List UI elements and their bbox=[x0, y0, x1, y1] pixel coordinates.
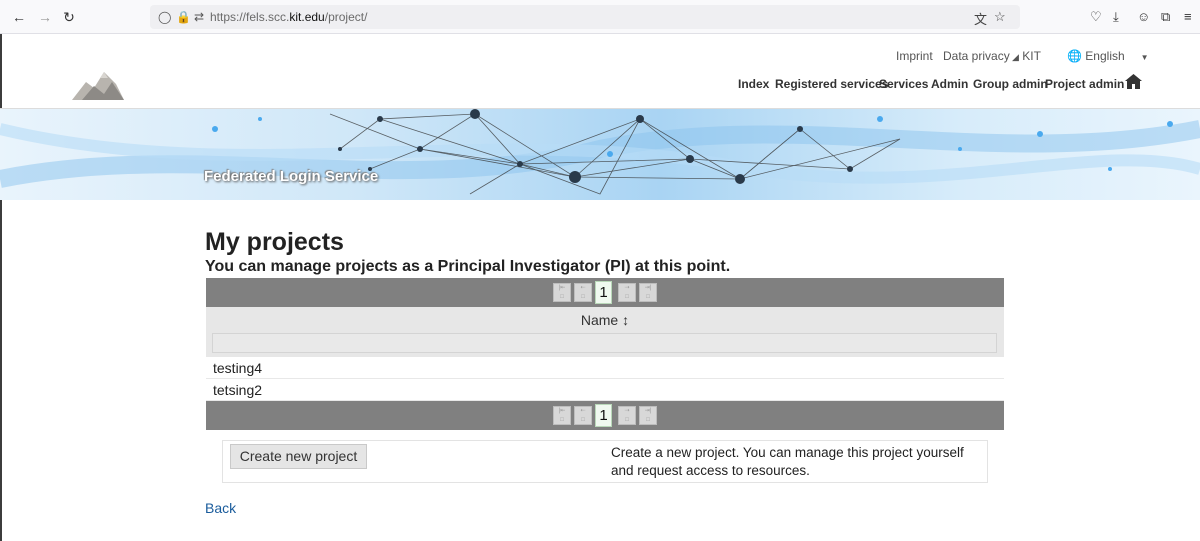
table-header: Name ↕ bbox=[206, 307, 1004, 357]
mountain-logo-icon[interactable] bbox=[72, 70, 124, 100]
prev-page-button[interactable]: ⇠ □ bbox=[574, 406, 592, 425]
back-arrow-icon[interactable]: ← bbox=[10, 8, 28, 26]
forward-arrow-icon[interactable]: → bbox=[36, 8, 54, 26]
url-text[interactable]: https://fels.scc.kit.edu/project/ bbox=[210, 10, 367, 24]
first-page-button[interactable]: |⇤ □ bbox=[553, 283, 571, 302]
next-page-button[interactable]: ⇢ □ bbox=[618, 406, 636, 425]
last-page-button[interactable]: ⇥| □ bbox=[639, 406, 657, 425]
chevron-down-icon: ▼ bbox=[1140, 53, 1149, 62]
browser-toolbar: ← → ↻ ◯ 🔒 ⇄ https://fels.scc.kit.edu/pro… bbox=[0, 0, 1200, 34]
table-row[interactable]: testing4 bbox=[206, 357, 1004, 379]
lock-icon[interactable]: 🔒 bbox=[176, 9, 191, 25]
nav-index[interactable]: Index bbox=[738, 77, 769, 91]
table-row[interactable]: tetsing2 bbox=[206, 379, 1004, 401]
create-new-project-button[interactable]: Create new project bbox=[230, 444, 367, 469]
kit-logo-icon: ◢ bbox=[1012, 52, 1019, 62]
connection-icon[interactable]: ⇄ bbox=[194, 9, 204, 25]
kit-label: KIT bbox=[1022, 49, 1041, 63]
current-page[interactable]: 1 bbox=[595, 404, 612, 427]
globe-icon: 🌐 bbox=[1067, 49, 1082, 63]
shield-icon[interactable]: ◯ bbox=[158, 9, 171, 25]
bookmark-star-icon[interactable]: ☆ bbox=[994, 9, 1006, 25]
column-header-name[interactable]: Name ↕ bbox=[206, 312, 1004, 328]
back-link[interactable]: Back bbox=[205, 500, 236, 516]
language-label: English bbox=[1085, 49, 1125, 63]
create-project-panel: Create new project Create a new project.… bbox=[222, 440, 988, 483]
last-page-button[interactable]: ⇥| □ bbox=[639, 283, 657, 302]
download-icon[interactable]: ⤓ bbox=[1113, 8, 1119, 26]
banner-title: Federated Login Service bbox=[204, 168, 379, 185]
url-domain: kit.edu bbox=[289, 10, 325, 24]
url-path: /project/ bbox=[324, 10, 368, 24]
nav-group-admin[interactable]: Group admin bbox=[973, 77, 1048, 91]
pocket-icon[interactable]: ♡ bbox=[1090, 8, 1102, 26]
address-bar[interactable]: ◯ 🔒 ⇄ https://fels.scc.kit.edu/project/ … bbox=[150, 5, 1020, 29]
extensions-icon[interactable]: ⧉ bbox=[1161, 8, 1170, 26]
page-title: My projects bbox=[205, 228, 344, 256]
nav-registered-services[interactable]: Registered services bbox=[775, 77, 888, 91]
url-host: fels.scc. bbox=[246, 10, 290, 24]
translate-icon[interactable]: 文 bbox=[974, 9, 987, 28]
paginator-top: |⇤ □ ⇠ □ 1 ⇢ □ ⇥| □ bbox=[206, 278, 1004, 307]
create-project-help-text: Create a new project. You can manage thi… bbox=[611, 445, 964, 478]
menu-icon[interactable]: ≡ bbox=[1184, 8, 1192, 26]
banner: Federated Login Service bbox=[0, 109, 1200, 200]
next-page-button[interactable]: ⇢ □ bbox=[618, 283, 636, 302]
nav-services[interactable]: Services bbox=[879, 77, 928, 91]
prev-page-button[interactable]: ⇠ □ bbox=[574, 283, 592, 302]
home-icon[interactable] bbox=[1125, 74, 1142, 89]
account-icon[interactable]: ☺ bbox=[1137, 8, 1150, 26]
kit-link[interactable]: ◢ KIT bbox=[1012, 49, 1041, 63]
current-page[interactable]: 1 bbox=[595, 281, 612, 304]
page-subtitle: You can manage projects as a Principal I… bbox=[205, 258, 731, 275]
reload-icon[interactable]: ↻ bbox=[60, 8, 78, 26]
paginator-bottom: |⇤ □ ⇠ □ 1 ⇢ □ ⇥| □ bbox=[206, 401, 1004, 430]
network-graphic bbox=[0, 109, 1200, 195]
language-select[interactable]: 🌐 English ▼ bbox=[1067, 49, 1149, 63]
first-page-button[interactable]: |⇤ □ bbox=[553, 406, 571, 425]
imprint-link[interactable]: Imprint bbox=[896, 49, 933, 63]
name-filter-input[interactable] bbox=[212, 333, 997, 353]
data-privacy-link[interactable]: Data privacy bbox=[943, 49, 1010, 63]
nav-admin[interactable]: Admin bbox=[931, 77, 968, 91]
nav-project-admin[interactable]: Project admin bbox=[1045, 77, 1124, 91]
